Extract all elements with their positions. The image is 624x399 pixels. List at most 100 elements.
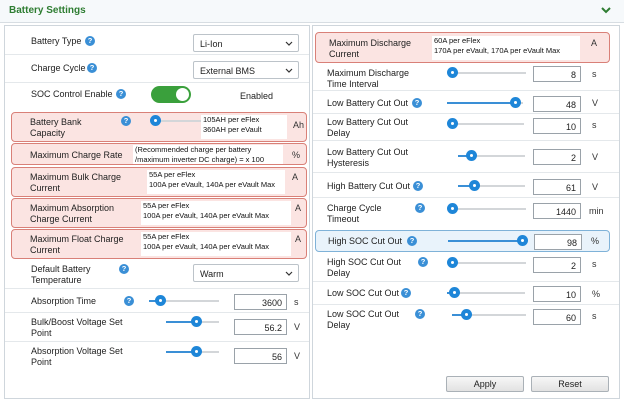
- note-line: 55A per eFlex: [149, 170, 196, 179]
- chevron-down-icon[interactable]: [600, 4, 612, 16]
- absorption-voltage-row: Absorption Voltage Set Point 56 V: [5, 342, 309, 372]
- soc-control-toggle[interactable]: [151, 86, 191, 103]
- charge-cycle-value: External BMS: [200, 66, 256, 76]
- high-cutout-slider[interactable]: [458, 180, 525, 191]
- bulk-voltage-input[interactable]: 56.2: [234, 319, 287, 335]
- slider-fill: [447, 102, 516, 104]
- high-soc-delay-row: High SOC Cut Out Delay ? 2 s: [313, 254, 619, 282]
- max-float-label-line1: Maximum Float Charge: [30, 234, 124, 244]
- low-cutout-delay-input[interactable]: 10: [533, 118, 581, 134]
- settings-header[interactable]: Battery Settings: [0, 0, 624, 23]
- charge-timeout-input[interactable]: 1440: [533, 203, 581, 219]
- help-icon[interactable]: ?: [413, 181, 423, 191]
- bank-capacity-highlight: Battery Bank Capacity ? 105AH per eFlex …: [11, 112, 307, 142]
- slider-knob[interactable]: [509, 97, 521, 108]
- help-icon[interactable]: ?: [85, 36, 95, 46]
- slider-knob[interactable]: [446, 118, 458, 129]
- max-float-note: 55A per eFlex 100A per eVault, 140A per …: [141, 232, 291, 256]
- help-icon[interactable]: ?: [124, 296, 134, 306]
- discharge-interval-label-line2: Time Interval: [327, 79, 379, 89]
- absorption-time-input[interactable]: 3600: [234, 294, 287, 310]
- default-temp-row: Default Battery Temperature ? Warm: [5, 260, 309, 289]
- low-soc-label: Low SOC Cut Out: [327, 288, 400, 298]
- low-soc-delay-label-line2: Delay: [327, 320, 351, 330]
- absorption-voltage-slider[interactable]: [166, 346, 219, 357]
- max-absorption-unit: A: [295, 203, 302, 213]
- slider-knob[interactable]: [516, 235, 528, 246]
- high-soc-delay-label-line2: Delay: [327, 268, 351, 278]
- help-icon[interactable]: ?: [415, 203, 425, 213]
- slider-knob[interactable]: [449, 287, 461, 298]
- low-cutout-hyst-input[interactable]: 2: [533, 149, 581, 165]
- help-icon[interactable]: ?: [418, 257, 428, 267]
- default-temp-select[interactable]: Warm: [193, 264, 299, 282]
- low-cutout-hyst-row: Low Battery Cut Out Hysteresis 2 V: [313, 141, 619, 173]
- low-cutout-delay-row: Low Battery Cut Out Delay 10 s: [313, 114, 619, 141]
- apply-button[interactable]: Apply: [446, 376, 524, 392]
- low-soc-slider[interactable]: [447, 287, 525, 298]
- high-soc-slider[interactable]: [448, 235, 528, 246]
- low-soc-delay-input[interactable]: 60: [533, 309, 581, 325]
- note-line: (Recommended charge per battery: [135, 145, 252, 154]
- absorption-voltage-input[interactable]: 56: [234, 348, 287, 364]
- max-bulk-highlight: Maximum Bulk Charge Current 55A per eFle…: [11, 167, 307, 197]
- help-icon[interactable]: ?: [121, 116, 131, 126]
- absorption-time-slider[interactable]: [149, 295, 219, 306]
- bulk-voltage-slider[interactable]: [166, 316, 219, 327]
- discharge-interval-input[interactable]: 8: [533, 66, 581, 82]
- high-soc-input[interactable]: 98: [534, 234, 582, 250]
- charge-cycle-select[interactable]: External BMS: [193, 61, 299, 79]
- slider-knob[interactable]: [446, 257, 458, 268]
- battery-type-label: Battery Type: [31, 36, 82, 46]
- charge-timeout-label-line2: Timeout: [327, 214, 360, 224]
- low-cutout-hyst-slider[interactable]: [458, 150, 525, 161]
- slider-knob[interactable]: [465, 150, 477, 161]
- high-soc-unit: %: [591, 236, 600, 246]
- slider-knob[interactable]: [461, 309, 473, 320]
- max-charge-rate-label: Maximum Charge Rate: [30, 150, 123, 160]
- bulk-voltage-label-line1: Bulk/Boost Voltage Set: [31, 317, 123, 327]
- note-line: 105AH per eFlex: [203, 115, 260, 124]
- discharge-interval-slider[interactable]: [446, 67, 526, 78]
- chevron-down-icon: [285, 41, 293, 46]
- slider-knob[interactable]: [469, 180, 481, 191]
- slider-knob[interactable]: [154, 295, 166, 306]
- low-soc-delay-slider[interactable]: [452, 309, 526, 320]
- bank-capacity-slider[interactable]: [149, 115, 205, 126]
- high-soc-delay-input[interactable]: 2: [533, 257, 581, 273]
- help-icon[interactable]: ?: [87, 63, 97, 73]
- slider-knob[interactable]: [446, 203, 458, 214]
- low-cutout-hyst-label-line1: Low Battery Cut Out: [327, 147, 409, 157]
- help-icon[interactable]: ?: [116, 89, 126, 99]
- low-soc-input[interactable]: 10: [533, 286, 581, 302]
- charge-timeout-slider[interactable]: [446, 203, 526, 214]
- help-icon[interactable]: ?: [119, 264, 129, 274]
- help-icon[interactable]: ?: [412, 98, 422, 108]
- max-charge-rate-highlight: Maximum Charge Rate (Recommended charge …: [11, 143, 307, 165]
- discharge-interval-unit: s: [592, 69, 597, 79]
- note-line: /maximum inverter DC charge) = x 100: [135, 155, 265, 164]
- high-cutout-input[interactable]: 61: [533, 179, 581, 195]
- reset-button[interactable]: Reset: [531, 376, 609, 392]
- default-temp-label-line1: Default Battery: [31, 264, 91, 274]
- max-absorption-label-line2: Charge Current: [30, 214, 93, 224]
- low-cutout-input[interactable]: 48: [533, 96, 581, 112]
- high-soc-delay-unit: s: [592, 259, 597, 269]
- slider-knob[interactable]: [191, 316, 203, 327]
- slider-knob[interactable]: [191, 346, 203, 357]
- help-icon[interactable]: ?: [415, 309, 425, 319]
- high-soc-delay-slider[interactable]: [446, 257, 526, 268]
- low-cutout-delay-slider[interactable]: [446, 118, 524, 129]
- slider-knob[interactable]: [446, 67, 458, 78]
- chevron-down-icon: [285, 271, 293, 276]
- right-settings-panel: Maximum Discharge Current 60A per eFlex …: [312, 25, 620, 399]
- low-cutout-hyst-label-line2: Hysteresis: [327, 158, 370, 168]
- max-float-unit: A: [295, 234, 302, 244]
- low-cutout-slider[interactable]: [447, 97, 523, 108]
- chevron-down-icon: [285, 68, 293, 73]
- toggle-knob: [176, 88, 189, 101]
- battery-type-select[interactable]: Li-Ion: [193, 34, 299, 52]
- help-icon[interactable]: ?: [407, 236, 417, 246]
- help-icon[interactable]: ?: [401, 288, 411, 298]
- slider-knob[interactable]: [149, 115, 161, 126]
